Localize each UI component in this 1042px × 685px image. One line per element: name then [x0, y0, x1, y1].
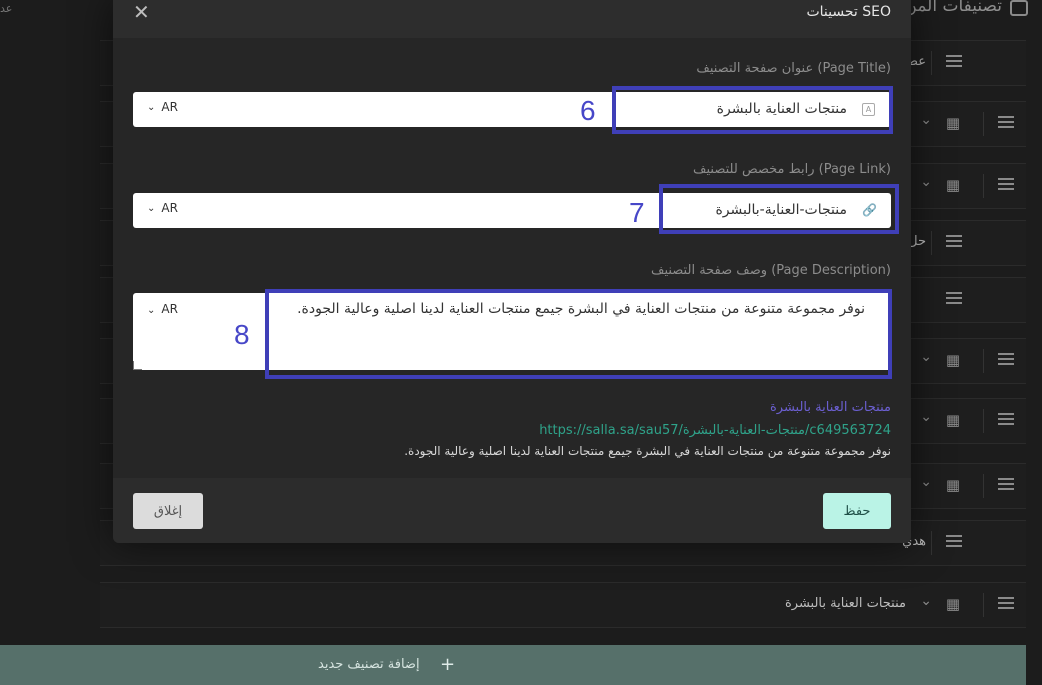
chevron-down-icon[interactable]: ⌄ [920, 112, 932, 128]
modal-title: تحسينات SEO [806, 4, 891, 20]
language-select[interactable]: ⌄ AR [147, 201, 178, 215]
row-divider [983, 593, 984, 617]
seo-preview-description: نوفر مجموعة متنوعة من منتجات العناية في … [404, 444, 891, 458]
seo-modal: ✕ تحسينات SEO عنوان صفحة التصنيف (Page T… [113, 0, 911, 543]
row-divider [983, 474, 984, 498]
page-title-label: عنوان صفحة التصنيف (Page Title) [696, 61, 891, 76]
close-button[interactable]: إغلاق [133, 493, 203, 529]
chevron-down-icon[interactable]: ⌄ [920, 174, 932, 190]
page-link-label: رابط مخصص للتصنيف (Page Link) [693, 162, 891, 177]
store-icon: ▦ [945, 114, 961, 132]
seo-preview-url: https://salla.sa/sau57/منتجات-العناية-با… [539, 423, 891, 438]
modal-footer: حفظ إغلاق [113, 478, 911, 543]
language-value: AR [161, 302, 178, 316]
drag-handle-icon[interactable] [998, 413, 1014, 425]
store-icon: ▦ [945, 411, 961, 429]
annotation-box-7 [659, 184, 899, 234]
drag-handle-icon[interactable] [998, 597, 1014, 609]
annotation-box-8 [265, 289, 892, 379]
drag-handle-icon[interactable] [998, 478, 1014, 490]
store-icon: ▦ [945, 476, 961, 494]
chevron-down-icon[interactable]: ⌄ [920, 409, 932, 425]
store-icon: ▦ [945, 595, 961, 613]
drag-handle-icon[interactable] [998, 353, 1014, 365]
drag-handle-icon[interactable] [998, 116, 1014, 128]
row-divider [931, 531, 932, 555]
language-value: AR [161, 201, 178, 215]
row-divider [983, 409, 984, 433]
seo-preview-title: منتجات العناية بالبشرة [769, 400, 891, 415]
store-icon: ▦ [945, 176, 961, 194]
language-select[interactable]: ⌄ AR [147, 100, 178, 114]
annotation-number-7: 7 [629, 197, 645, 228]
chevron-down-icon[interactable]: ⌄ [920, 593, 932, 609]
drag-handle-icon[interactable] [998, 178, 1014, 190]
annotation-number-8: 8 [234, 319, 250, 350]
resize-handle[interactable] [133, 361, 142, 370]
chevron-down-icon: ⌄ [147, 102, 156, 113]
chevron-down-icon: ⌄ [147, 305, 156, 316]
save-button[interactable]: حفظ [823, 493, 891, 529]
category-label: منتجات العناية بالبشرة [784, 596, 906, 611]
chevron-down-icon[interactable]: ⌄ [920, 349, 932, 365]
annotation-number-6: 6 [580, 95, 596, 126]
add-category-label: إضافة تصنيف جديد [318, 657, 420, 672]
annotation-box-6 [612, 86, 893, 134]
drag-handle-icon[interactable] [946, 55, 962, 67]
drag-handle-icon[interactable] [946, 292, 962, 304]
language-value: AR [161, 100, 178, 114]
add-category-button[interactable]: إضافة تصنيف جديد + [0, 645, 1026, 685]
row-divider [983, 112, 984, 136]
row-divider [931, 231, 932, 255]
language-select[interactable]: ⌄ AR [147, 302, 178, 316]
modal-header: ✕ تحسينات SEO [113, 0, 911, 38]
page-description-label: وصف صفحة التصنيف (Page Description) [650, 263, 891, 278]
chevron-down-icon[interactable]: ⌄ [920, 474, 932, 490]
row-divider [931, 51, 932, 75]
category-row[interactable]: منتجات العناية بالبشرة ⌄ ▦ [100, 582, 1026, 628]
row-divider [983, 174, 984, 198]
close-icon[interactable]: ✕ [133, 2, 150, 22]
store-icon: ▦ [945, 351, 961, 369]
plus-icon: + [440, 654, 456, 675]
drag-handle-icon[interactable] [946, 535, 962, 547]
chevron-down-icon: ⌄ [147, 203, 156, 214]
row-divider [983, 349, 984, 373]
drag-handle-icon[interactable] [946, 235, 962, 247]
